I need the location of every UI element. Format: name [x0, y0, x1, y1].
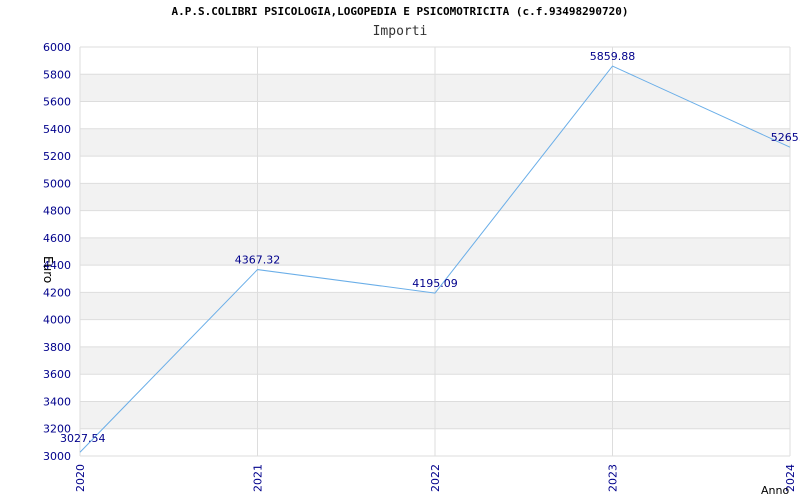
line-chart: 3000320034003600380040004200440046004800… — [41, 41, 800, 497]
y-tick-label: 5600 — [43, 96, 71, 109]
x-tick-label: 2023 — [607, 464, 620, 492]
y-tick-labels: 3000320034003600380040004200440046004800… — [43, 41, 71, 463]
x-tick-label: 2022 — [429, 464, 442, 492]
y-tick-label: 5200 — [43, 150, 71, 163]
y-tick-label: 4000 — [43, 314, 71, 327]
y-tick-label: 3000 — [43, 450, 71, 463]
y-tick-label: 5400 — [43, 123, 71, 136]
data-label: 4195.09 — [412, 277, 458, 290]
y-tick-label: 3800 — [43, 341, 71, 354]
y-axis-label: Euro — [41, 256, 55, 283]
data-label: 3027.54 — [60, 432, 106, 445]
data-label: 5859.88 — [590, 50, 636, 63]
y-tick-label: 3400 — [43, 395, 71, 408]
y-tick-label: 4200 — [43, 286, 71, 299]
data-label: 4367.32 — [235, 254, 281, 267]
y-tick-label: 6000 — [43, 41, 71, 54]
x-tick-label: 2020 — [74, 464, 87, 492]
x-tick-label: 2021 — [252, 464, 265, 492]
y-tick-label: 4600 — [43, 232, 71, 245]
y-tick-label: 4800 — [43, 205, 71, 218]
y-tick-label: 5800 — [43, 68, 71, 81]
y-tick-label: 3600 — [43, 368, 71, 381]
data-label: 5265.3 — [771, 131, 800, 144]
x-axis-label: Anno — [761, 484, 789, 497]
y-tick-label: 5000 — [43, 177, 71, 190]
x-tick-labels: 2020 2021 2022 2023 2024 — [74, 464, 797, 492]
